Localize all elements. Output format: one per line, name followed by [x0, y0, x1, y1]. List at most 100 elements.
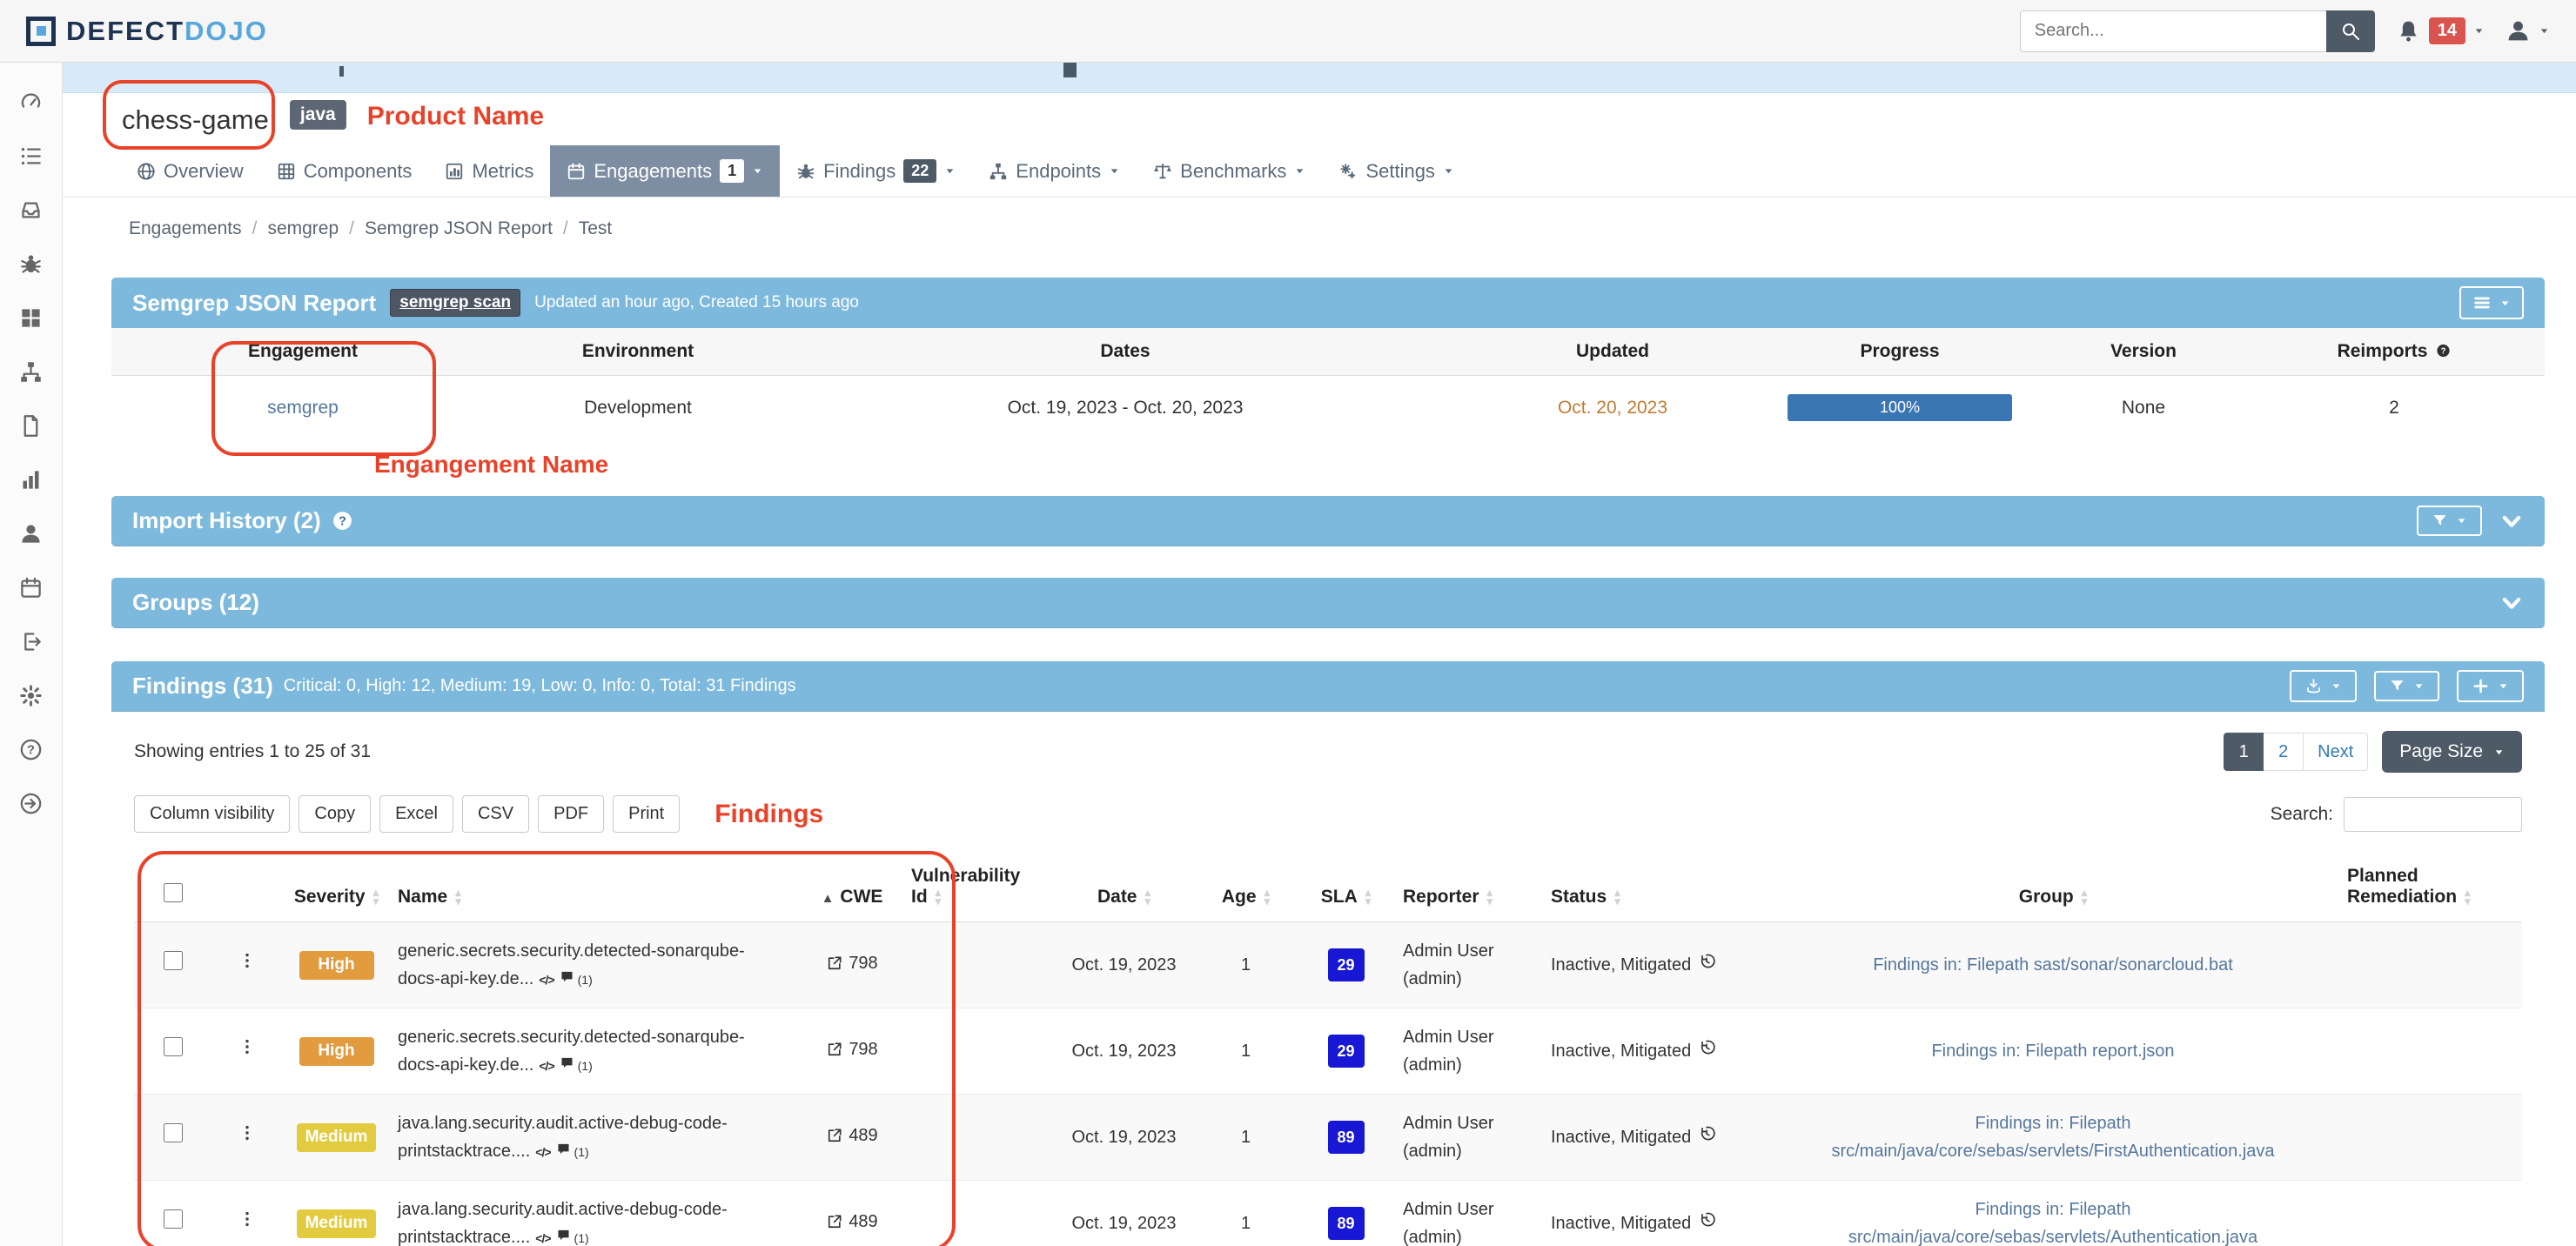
copy-button[interactable]: Copy	[299, 795, 371, 833]
expand-import-history-button[interactable]	[2499, 509, 2524, 533]
next-page-button[interactable]: Next	[2304, 733, 2368, 771]
finding-row: Highgeneric.secrets.security.detected-so…	[134, 1008, 2522, 1095]
tab-overview[interactable]: Overview	[120, 145, 260, 197]
tab-components[interactable]: Components	[260, 145, 429, 197]
finding-actions-menu[interactable]	[238, 951, 257, 970]
finding-name-link[interactable]: generic.secrets.security.detected-sonarq…	[398, 1028, 745, 1075]
sidebar-item-settings[interactable]	[0, 668, 62, 722]
sitemap-icon	[19, 360, 43, 384]
col-header-group[interactable]: Group▴▾	[1766, 859, 2340, 922]
finding-actions-menu[interactable]	[238, 1123, 257, 1142]
sidebar-item-signout[interactable]	[0, 614, 62, 668]
col-header-sla[interactable]: SLA▴▾	[1296, 859, 1396, 922]
excel-button[interactable]: Excel	[379, 795, 453, 833]
comment-count: (1)	[574, 1145, 589, 1159]
finding-group-link[interactable]: Findings in: Filepathsrc/main/java/core/…	[1831, 1114, 2274, 1161]
cwe-link[interactable]: 798	[826, 949, 877, 977]
cwe-link[interactable]: 489	[826, 1122, 877, 1149]
finding-name-link[interactable]: java.lang.security.audit.active-debug-co…	[398, 1114, 728, 1161]
engagement-link[interactable]: semgrep	[267, 398, 339, 418]
environment-cell: Development	[494, 376, 782, 445]
sidebar-item-reports[interactable]	[0, 399, 62, 452]
sidebar-item-dashboard[interactable]	[0, 75, 62, 129]
select-finding-checkbox[interactable]	[164, 951, 183, 970]
sidebar-item-endpoints[interactable]	[0, 345, 62, 399]
select-finding-checkbox[interactable]	[164, 1123, 183, 1142]
history-icon[interactable]	[1691, 1211, 1715, 1229]
sidebar-item-go[interactable]	[0, 776, 62, 830]
summary-col-updated: Updated	[1469, 328, 1756, 376]
column-label: Severity	[294, 887, 366, 907]
page-size-dropdown[interactable]: Page Size	[2382, 731, 2522, 773]
sidebar-item-list[interactable]	[0, 129, 62, 183]
col-header-name[interactable]: Name▴▾	[391, 859, 800, 922]
finding-group-link[interactable]: Findings in: Filepath report.json	[1931, 1042, 2174, 1061]
help-icon[interactable]: ?	[332, 510, 353, 532]
breadcrumb-item[interactable]: Engagements	[129, 218, 242, 239]
tab-benchmarks[interactable]: Benchmarks	[1137, 145, 1322, 197]
filter-import-history-button[interactable]	[2417, 506, 2482, 536]
add-finding-button[interactable]	[2457, 670, 2524, 702]
export-findings-button[interactable]	[2290, 670, 2357, 702]
finding-actions-menu[interactable]	[238, 1209, 257, 1229]
finding-name-link[interactable]: java.lang.security.audit.active-debug-co…	[398, 1200, 728, 1246]
page-2-button[interactable]: 2	[2264, 733, 2304, 771]
product-name[interactable]: chess-game	[122, 104, 269, 137]
notifications-menu[interactable]: 14	[2396, 17, 2485, 44]
select-finding-checkbox[interactable]	[164, 1209, 183, 1229]
scan-type-badge[interactable]: semgrep scan	[390, 289, 520, 317]
sidebar-item-metrics[interactable]	[0, 452, 62, 506]
cwe-link[interactable]: 489	[826, 1208, 877, 1236]
tab-metrics[interactable]: Metrics	[428, 145, 550, 197]
sidebar-item-inbox[interactable]	[0, 183, 62, 237]
sidebar-item-findings[interactable]	[0, 237, 62, 291]
defectdojo-logo[interactable]: DEFECTDOJO	[26, 16, 268, 47]
col-header-planned-remediation[interactable]: Planned Remediation▴▾	[2340, 859, 2522, 922]
sidebar-item-users[interactable]	[0, 506, 62, 560]
column-visibility-button[interactable]: Column visibility	[134, 795, 290, 833]
user-menu[interactable]	[2506, 18, 2550, 44]
tab-settings[interactable]: Settings	[1322, 145, 1471, 197]
finding-name-link[interactable]: generic.secrets.security.detected-sonarq…	[398, 941, 745, 988]
finding-actions-menu[interactable]	[238, 1037, 257, 1056]
tab-findings[interactable]: Findings22	[780, 145, 972, 197]
history-icon[interactable]	[1691, 1125, 1715, 1142]
search-button[interactable]	[2326, 10, 2375, 52]
breadcrumb-item[interactable]: Test	[579, 218, 613, 239]
sidebar-item-help[interactable]: ?	[0, 722, 62, 776]
breadcrumb-separator: /	[252, 218, 258, 239]
finding-group-link[interactable]: Findings in: Filepath sast/sonar/sonarcl…	[1873, 955, 2233, 975]
tab-endpoints[interactable]: Endpoints	[972, 145, 1137, 197]
table-search-input[interactable]	[2344, 797, 2522, 832]
page-1-button[interactable]: 1	[2224, 733, 2264, 771]
help-icon[interactable]: ?	[2432, 341, 2451, 360]
history-icon[interactable]	[1691, 953, 1715, 970]
history-icon[interactable]	[1691, 1039, 1715, 1056]
finding-group-link[interactable]: Findings in: Filepathsrc/main/java/core/…	[1848, 1200, 2257, 1246]
select-finding-checkbox[interactable]	[164, 1037, 183, 1056]
col-header-status[interactable]: Status▴▾	[1544, 859, 1766, 922]
cwe-link[interactable]: 798	[826, 1035, 877, 1063]
expand-groups-button[interactable]	[2499, 591, 2524, 615]
sidebar-item-calendar[interactable]	[0, 560, 62, 614]
col-header-date[interactable]: Date▴▾	[1052, 859, 1196, 922]
breadcrumb-item[interactable]: Semgrep JSON Report	[365, 218, 553, 239]
search-input[interactable]	[2020, 10, 2326, 52]
col-header-vulnerability-id[interactable]: Vulnerability Id▴▾	[904, 859, 1052, 922]
col-header-cwe[interactable]: ▲CWE	[800, 859, 904, 922]
report-actions-button[interactable]	[2459, 286, 2524, 319]
col-header-severity[interactable]: Severity▴▾	[282, 859, 391, 922]
select-all-checkbox[interactable]	[164, 883, 183, 902]
pdf-button[interactable]: PDF	[538, 795, 604, 833]
tab-engagements[interactable]: Engagements1	[550, 145, 780, 197]
sidebar-item-components[interactable]	[0, 291, 62, 345]
col-header-age[interactable]: Age▴▾	[1196, 859, 1296, 922]
print-button[interactable]: Print	[613, 795, 680, 833]
filter-findings-button[interactable]	[2374, 671, 2439, 701]
col-header-reporter[interactable]: Reporter▴▾	[1396, 859, 1544, 922]
breadcrumb-item[interactable]: semgrep	[267, 218, 339, 239]
column-label: Status	[1551, 887, 1607, 907]
csv-button[interactable]: CSV	[462, 795, 529, 833]
global-search	[2020, 10, 2375, 52]
status-cell: Inactive, Mitigated	[1544, 1008, 1766, 1095]
